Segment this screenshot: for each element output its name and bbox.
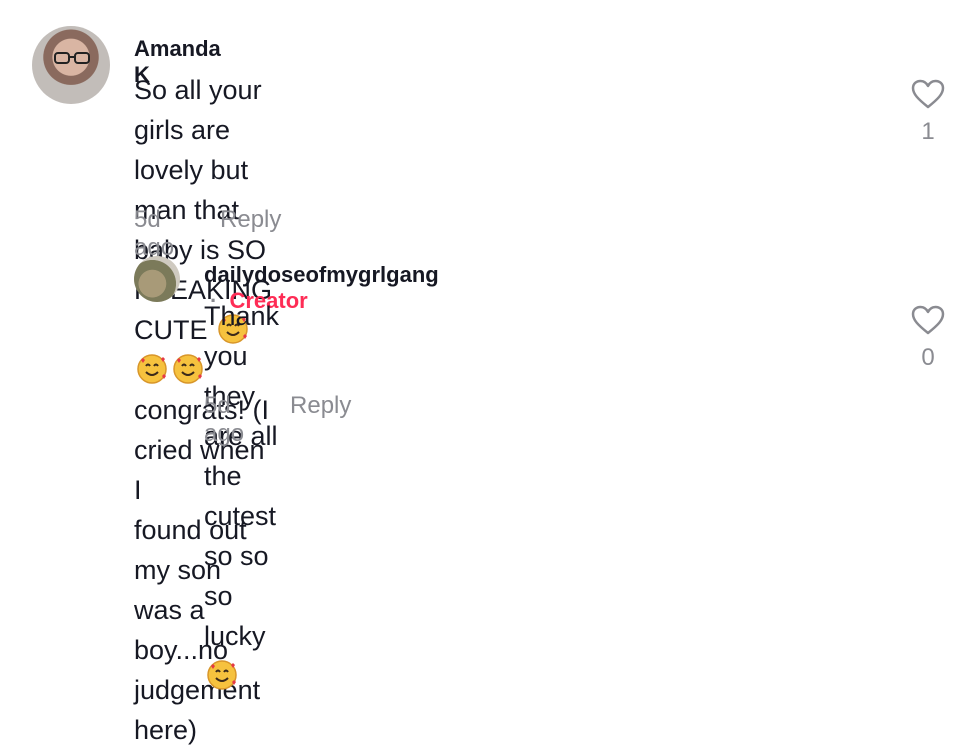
comment-text-segment: lucky <box>204 621 266 651</box>
comment-author[interactable]: dailydoseofmygrlgang <box>204 262 439 287</box>
smiling-face-with-hearts-icon <box>172 353 204 385</box>
smiling-face-with-hearts-icon <box>136 353 168 385</box>
like-button[interactable]: 1 <box>908 78 948 146</box>
comment-timestamp: 5d ago <box>204 392 245 447</box>
comment-text-line: Thank you they are all the cutest so so … <box>204 301 280 611</box>
avatar[interactable] <box>134 256 180 302</box>
avatar[interactable] <box>32 26 110 104</box>
reply-button[interactable]: Reply <box>220 206 281 262</box>
comment-text-line: lucky <box>204 616 279 696</box>
like-count: 1 <box>921 118 935 145</box>
heart-icon <box>911 79 945 109</box>
glasses-graphic <box>54 52 90 64</box>
comment-meta: 5d ago Reply <box>204 392 351 448</box>
comment-timestamp: 5d ago <box>134 206 175 261</box>
comment-meta: 5d ago Reply <box>134 206 281 262</box>
like-count: 0 <box>921 344 935 371</box>
reply-button[interactable]: Reply <box>290 392 351 448</box>
comment-text: Thank you they are all the cutest so so … <box>204 296 279 696</box>
heart-icon <box>911 305 945 335</box>
smiling-face-with-hearts-icon <box>206 659 238 691</box>
like-button[interactable]: 0 <box>908 304 948 372</box>
